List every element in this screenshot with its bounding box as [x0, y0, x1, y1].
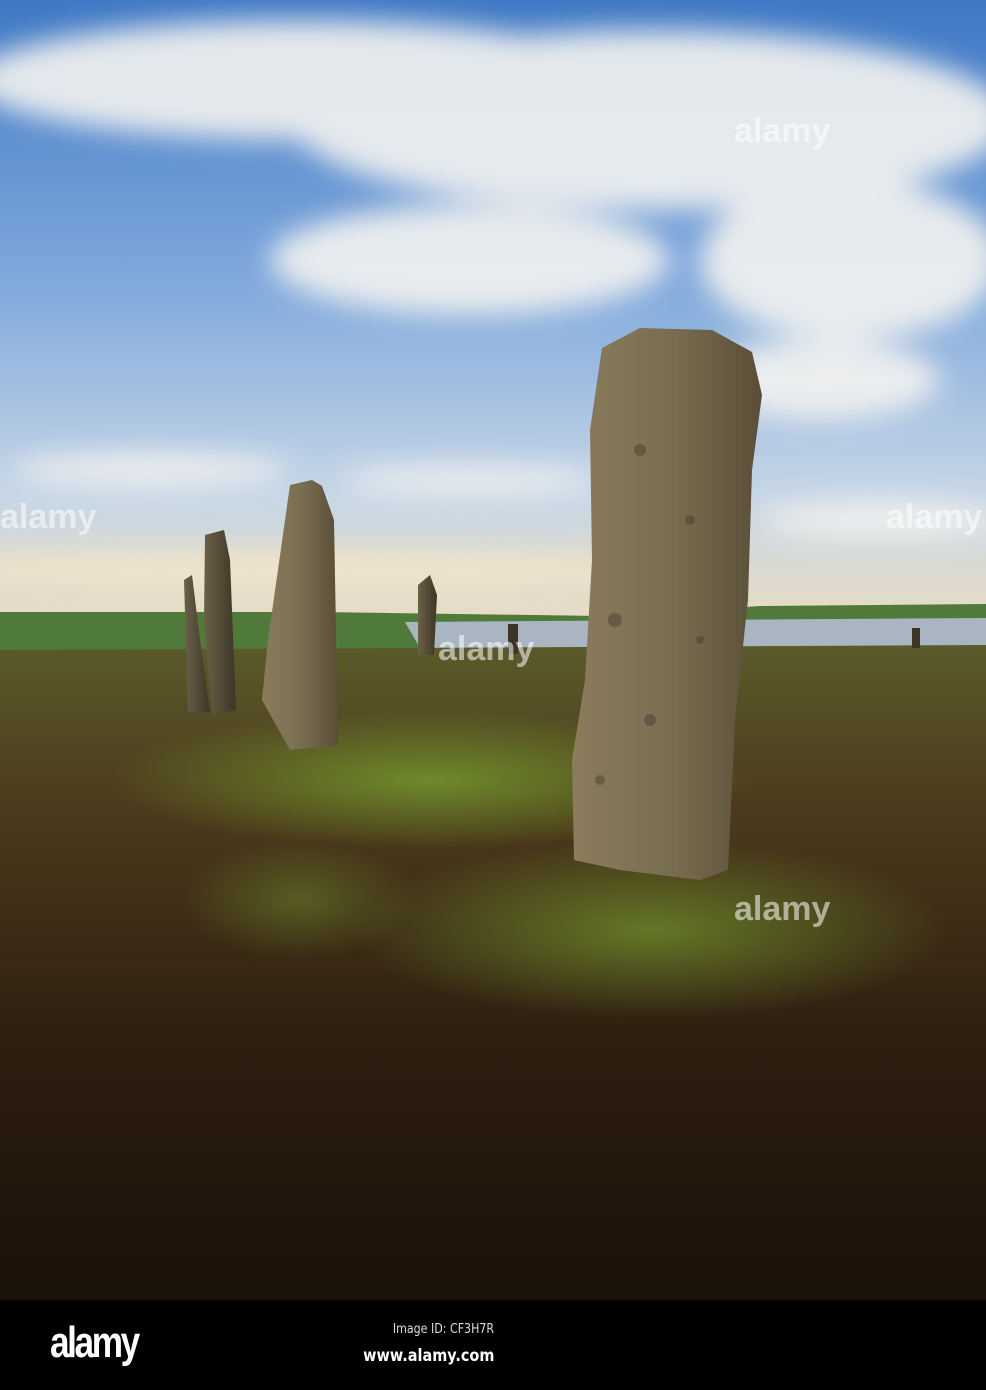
photo-standing-stones: alamy alamy alamy alamy alamy: [0, 0, 986, 1300]
svg-text:alamy: alamy: [734, 890, 830, 928]
site-url[interactable]: www.alamy.com: [363, 1346, 494, 1366]
svg-text:alamy: alamy: [734, 112, 830, 150]
standing-stone: [418, 575, 437, 655]
svg-text:alamy: alamy: [886, 498, 982, 536]
footer-bar: alamy Image ID: CF3H7R www.alamy.com: [0, 1300, 986, 1390]
svg-text:alamy: alamy: [0, 498, 96, 536]
svg-text:alamy: alamy: [438, 630, 534, 668]
alamy-logo[interactable]: alamy: [50, 1318, 140, 1368]
image-id: Image ID: CF3H7R: [392, 1322, 494, 1337]
